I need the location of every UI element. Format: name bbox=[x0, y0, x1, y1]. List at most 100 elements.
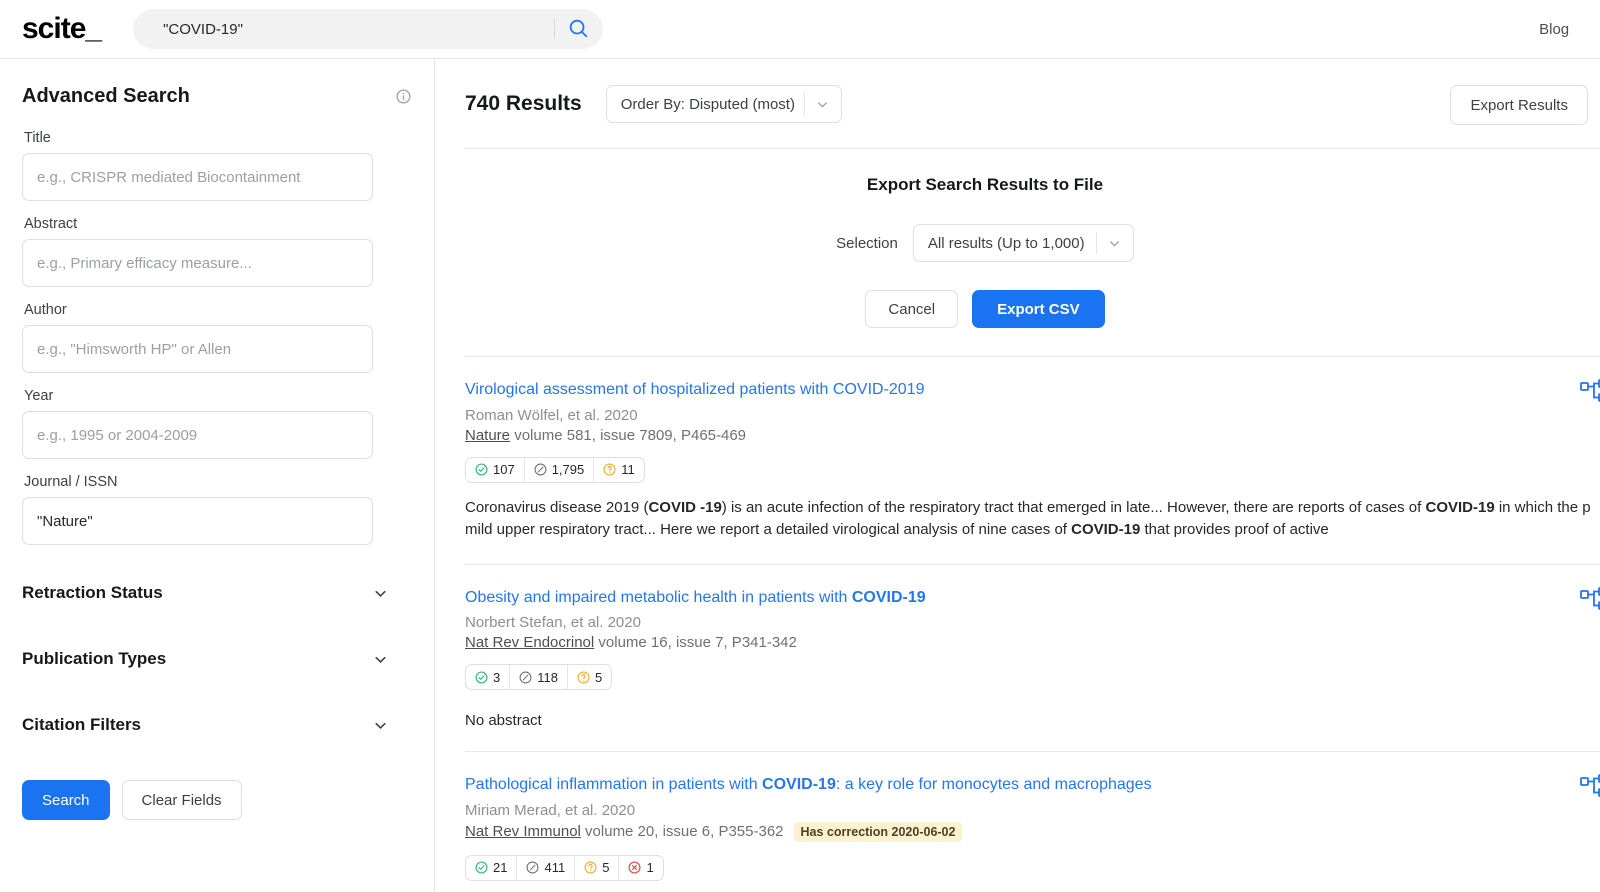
top-bar: scite_ Blog D bbox=[0, 0, 1600, 58]
badge-value: 411 bbox=[544, 860, 566, 876]
result-title-link[interactable]: Virological assessment of hospitalized p… bbox=[465, 379, 1600, 401]
abstract-input[interactable] bbox=[22, 239, 373, 287]
slash-circle-icon bbox=[519, 671, 532, 684]
export-panel-title: Export Search Results to File bbox=[866, 175, 1104, 194]
check-circle-icon bbox=[475, 671, 488, 684]
abstract-highlight: COVID-19 bbox=[1425, 498, 1495, 516]
badge-supporting[interactable]: 21 bbox=[466, 856, 516, 880]
chevron-down-icon bbox=[805, 97, 841, 112]
nav-item-blog[interactable]: Blog bbox=[1539, 21, 1569, 38]
chevron-down-icon bbox=[372, 585, 389, 602]
badge-contrasting[interactable]: 5 bbox=[574, 855, 618, 880]
result-title-highlight: COVID-19 bbox=[762, 776, 836, 794]
journal-issn-input[interactable] bbox=[22, 497, 373, 545]
result-journal-name[interactable]: Nat Rev Immunol bbox=[465, 823, 581, 840]
result-title-link[interactable]: Pathological inflammation in patients wi… bbox=[465, 774, 1600, 796]
badge-contrasting[interactable]: 5 bbox=[566, 665, 611, 690]
accordion-retraction-status[interactable]: Retraction Status bbox=[22, 560, 395, 626]
badge-value: 1 bbox=[646, 860, 654, 876]
result-item: Pathological inflammation in patients wi… bbox=[465, 751, 1600, 892]
result-journal-name[interactable]: Nat Rev Endocrinol bbox=[465, 634, 594, 651]
abstract-highlight: COVID-19 bbox=[1071, 521, 1141, 539]
search-button[interactable]: Search bbox=[22, 780, 110, 820]
citation-badges: 21 411 5 1 bbox=[465, 854, 664, 881]
top-navigation: Blog D bbox=[1539, 0, 1600, 58]
result-title-pre: Virological assessment of hospitalized p… bbox=[465, 381, 925, 398]
results-count: 740 Results bbox=[465, 92, 582, 115]
abstract-text: Coronavirus disease 2019 ( bbox=[465, 498, 649, 516]
order-by-select[interactable]: Order By: Disputed (most) bbox=[605, 85, 842, 123]
abstract-text: ) is an acute infection of the respirato… bbox=[721, 498, 1426, 516]
check-circle-icon bbox=[475, 463, 488, 476]
selection-select[interactable]: All results (Up to 1,000) bbox=[912, 224, 1134, 262]
result-title-link[interactable]: Obesity and impaired metabolic health in… bbox=[465, 587, 1600, 609]
abstract-text: in which the p bbox=[1494, 498, 1591, 516]
result-journal-meta: volume 20, issue 6, P355-362 bbox=[585, 823, 784, 841]
export-results-button[interactable]: Export Results bbox=[1450, 85, 1588, 125]
result-title-post: : a key role for monocytes and macrophag… bbox=[835, 776, 1152, 794]
order-by-value: Order By: Disputed (most) bbox=[620, 95, 795, 113]
badge-value: 11 bbox=[621, 462, 635, 478]
accordion-citation-filters[interactable]: Citation Filters bbox=[22, 692, 395, 758]
badge-mentioning[interactable]: 411 bbox=[516, 855, 574, 880]
citation-network-icon[interactable] bbox=[1580, 379, 1600, 410]
result-title-pre: Pathological inflammation in patients wi… bbox=[465, 776, 763, 794]
badge-supporting[interactable]: 3 bbox=[466, 665, 509, 689]
info-circle-icon[interactable] bbox=[395, 88, 412, 105]
field-label-title: Title bbox=[24, 130, 51, 146]
result-journal-line: Nat Rev Immunol volume 20, issue 6, P355… bbox=[465, 821, 1600, 842]
question-circle-icon bbox=[584, 861, 597, 874]
result-title-pre: Obesity and impaired metabolic health in… bbox=[465, 588, 852, 606]
cancel-button[interactable]: Cancel bbox=[865, 290, 959, 328]
question-circle-icon bbox=[577, 671, 590, 684]
result-journal-name[interactable]: Nature bbox=[465, 427, 510, 444]
abstract-line: mild upper respiratory tract... Here we … bbox=[465, 519, 1600, 542]
year-input[interactable] bbox=[22, 411, 373, 459]
check-circle-icon bbox=[475, 861, 488, 874]
result-journal-meta: volume 16, issue 7, P341-342 bbox=[598, 634, 797, 652]
sidebar-actions: Search Clear Fields bbox=[22, 780, 412, 820]
citation-network-icon[interactable] bbox=[1580, 586, 1600, 618]
citation-badges: 107 1,795 11 bbox=[465, 456, 645, 483]
chevron-down-icon bbox=[372, 717, 389, 734]
badge-value: 1,795 bbox=[551, 462, 585, 478]
title-input[interactable] bbox=[22, 153, 373, 201]
slash-circle-icon bbox=[526, 861, 539, 874]
badge-disputed[interactable]: 1 bbox=[618, 855, 662, 880]
citation-badges: 3 118 5 bbox=[465, 664, 613, 691]
export-csv-button[interactable]: Export CSV bbox=[972, 290, 1105, 328]
sidebar-title: Advanced Search bbox=[22, 85, 190, 107]
field-label-journal: Journal / ISSN bbox=[24, 474, 118, 490]
chevron-down-icon bbox=[372, 651, 389, 668]
result-title-highlight: COVID-19 bbox=[851, 588, 926, 606]
badge-mentioning[interactable]: 118 bbox=[509, 665, 567, 690]
accordion-publication-types[interactable]: Publication Types bbox=[22, 626, 395, 692]
result-journal-meta: volume 581, issue 7809, P465-469 bbox=[514, 426, 747, 444]
result-item: Virological assessment of hospitalized p… bbox=[465, 356, 1600, 564]
field-label-author: Author bbox=[24, 302, 67, 318]
selection-label: Selection bbox=[836, 234, 898, 252]
badge-mentioning[interactable]: 1,795 bbox=[523, 457, 594, 482]
results-panel: 740 Results Order By: Disputed (most) Ex… bbox=[435, 59, 1600, 892]
badge-value: 21 bbox=[493, 860, 508, 876]
global-search[interactable] bbox=[133, 9, 604, 49]
citation-network-icon[interactable] bbox=[1580, 774, 1600, 805]
search-submit-button[interactable] bbox=[567, 17, 589, 42]
badge-contrasting[interactable]: 11 bbox=[593, 457, 644, 482]
result-authors: Miriam Merad, et al. 2020 bbox=[465, 801, 636, 819]
badge-value: 107 bbox=[493, 462, 515, 478]
badge-value: 3 bbox=[493, 669, 501, 685]
scite-logo[interactable]: scite_ bbox=[22, 14, 102, 44]
search-divider bbox=[554, 19, 556, 39]
correction-badge[interactable]: Has correction 2020-06-02 bbox=[793, 821, 963, 842]
clear-fields-button[interactable]: Clear Fields bbox=[121, 780, 242, 820]
search-input[interactable] bbox=[161, 19, 551, 39]
author-input[interactable] bbox=[22, 325, 373, 373]
result-journal-line: Nature volume 581, issue 7809, P465-469 bbox=[465, 427, 1600, 444]
accordion-label: Publication Types bbox=[22, 649, 167, 668]
badge-supporting[interactable]: 107 bbox=[466, 458, 524, 482]
result-journal-line: Nat Rev Endocrinol volume 16, issue 7, P… bbox=[465, 634, 1600, 651]
result-no-abstract: No abstract bbox=[465, 712, 542, 730]
question-circle-icon bbox=[603, 463, 616, 476]
sidebar-header: Advanced Search bbox=[22, 85, 412, 108]
